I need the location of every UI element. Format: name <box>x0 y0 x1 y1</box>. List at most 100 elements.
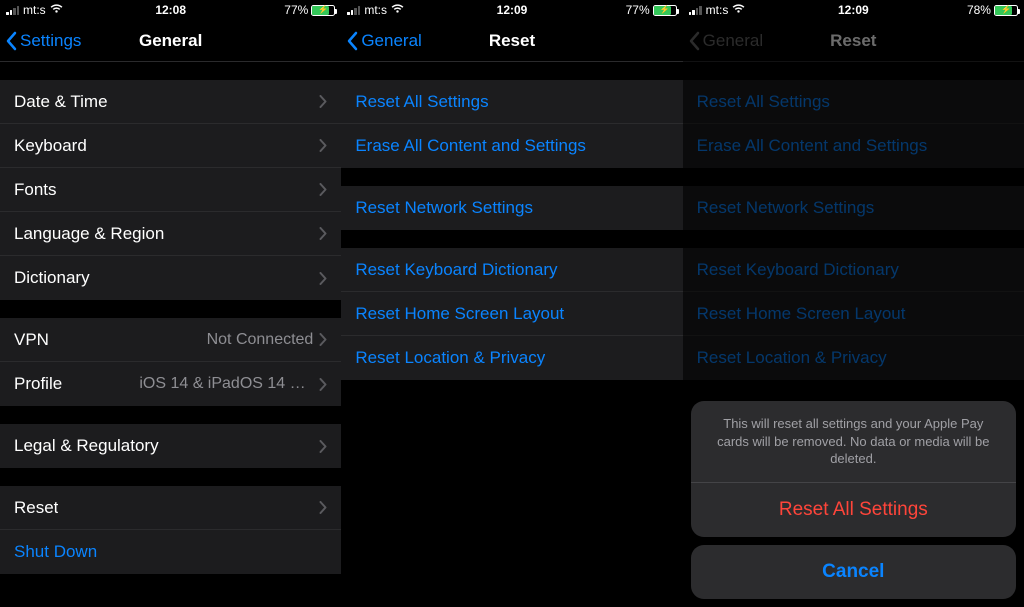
row-label: Reset All Settings <box>697 92 830 112</box>
chevron-right-icon <box>319 440 327 453</box>
row-label: Shut Down <box>14 542 97 562</box>
carrier-label: mt:s <box>23 3 46 17</box>
row-shut-down[interactable]: Shut Down <box>0 530 341 574</box>
row-label: VPN <box>14 330 49 350</box>
battery-percent: 78% <box>967 3 991 17</box>
row-reset[interactable]: Reset <box>0 486 341 530</box>
group-network-profiles: VPN Not Connected Profile iOS 14 & iPadO… <box>0 318 341 406</box>
row-label: Reset Keyboard Dictionary <box>697 260 899 280</box>
charging-bolt-icon: ⚡ <box>318 5 328 14</box>
row-vpn[interactable]: VPN Not Connected <box>0 318 341 362</box>
row-profile[interactable]: Profile iOS 14 & iPadOS 14 Beta Softwar… <box>0 362 341 406</box>
status-bar: mt:s 12:08 77% ⚡ <box>0 0 341 20</box>
row-label: Keyboard <box>14 136 87 156</box>
group-reset-primary: Reset All Settings Erase All Content and… <box>341 80 682 168</box>
cellular-signal-icon <box>689 5 702 15</box>
row-label: Reset Home Screen Layout <box>697 304 906 324</box>
group-reset-shutdown: Reset Shut Down <box>0 486 341 574</box>
page-title: Reset <box>489 31 535 51</box>
status-bar: mt:s 12:09 78% ⚡ <box>683 0 1024 20</box>
row-reset-location-privacy[interactable]: Reset Location & Privacy <box>341 336 682 380</box>
sheet-message: This will reset all settings and your Ap… <box>691 401 1016 483</box>
cellular-signal-icon <box>6 5 19 15</box>
chevron-right-icon <box>319 139 327 152</box>
action-sheet: This will reset all settings and your Ap… <box>691 401 1016 599</box>
nav-bar: General Reset <box>341 20 682 62</box>
carrier-label: mt:s <box>706 3 729 17</box>
screen-general: mt:s 12:08 77% ⚡ Settings General Date &… <box>0 0 341 607</box>
back-button: General <box>689 20 763 61</box>
row-legal-regulatory[interactable]: Legal & Regulatory <box>0 424 341 468</box>
row-label: Dictionary <box>14 268 90 288</box>
back-label: General <box>361 31 421 51</box>
group-legal: Legal & Regulatory <box>0 424 341 468</box>
group-reset-network: Reset Network Settings <box>683 186 1024 230</box>
carrier-label: mt:s <box>364 3 387 17</box>
chevron-left-icon <box>6 31 18 51</box>
page-title: Reset <box>830 31 876 51</box>
sheet-reset-all-button[interactable]: Reset All Settings <box>691 483 1016 537</box>
row-label: Reset Network Settings <box>697 198 875 218</box>
row-language-region[interactable]: Language & Region <box>0 212 341 256</box>
chevron-left-icon <box>347 31 359 51</box>
back-label: Settings <box>20 31 81 51</box>
battery-icon: ⚡ <box>311 5 335 16</box>
battery-percent: 77% <box>626 3 650 17</box>
row-label: Reset Home Screen Layout <box>355 304 564 324</box>
group-reset-other: Reset Keyboard Dictionary Reset Home Scr… <box>341 248 682 380</box>
battery-icon: ⚡ <box>653 5 677 16</box>
row-label: Reset Location & Privacy <box>355 348 545 368</box>
row-fonts[interactable]: Fonts <box>0 168 341 212</box>
row-label: Reset <box>14 498 58 518</box>
chevron-right-icon <box>319 272 327 285</box>
back-button[interactable]: Settings <box>6 20 81 61</box>
row-dictionary[interactable]: Dictionary <box>0 256 341 300</box>
row-erase-all: Erase All Content and Settings <box>683 124 1024 168</box>
chevron-right-icon <box>319 501 327 514</box>
page-title: General <box>139 31 202 51</box>
row-label: Legal & Regulatory <box>14 436 159 456</box>
row-label: Reset All Settings <box>355 92 488 112</box>
row-label: Date & Time <box>14 92 108 112</box>
row-label: Erase All Content and Settings <box>355 136 586 156</box>
row-reset-all-settings[interactable]: Reset All Settings <box>341 80 682 124</box>
sheet-cancel-button[interactable]: Cancel <box>691 545 1016 599</box>
chevron-right-icon <box>319 333 327 346</box>
battery-icon: ⚡ <box>994 5 1018 16</box>
row-label: Profile <box>14 374 62 394</box>
row-reset-home-layout: Reset Home Screen Layout <box>683 292 1024 336</box>
row-label: Reset Location & Privacy <box>697 348 887 368</box>
charging-bolt-icon: ⚡ <box>660 5 670 14</box>
cellular-signal-icon <box>347 5 360 15</box>
nav-bar: Settings General <box>0 20 341 62</box>
group-reset-other: Reset Keyboard Dictionary Reset Home Scr… <box>683 248 1024 380</box>
screen-reset: mt:s 12:09 77% ⚡ General Reset Reset All… <box>341 0 682 607</box>
row-erase-all[interactable]: Erase All Content and Settings <box>341 124 682 168</box>
row-label: Erase All Content and Settings <box>697 136 928 156</box>
wifi-icon <box>50 3 63 17</box>
chevron-right-icon <box>319 227 327 240</box>
group-general-settings: Date & Time Keyboard Fonts Language & Re… <box>0 80 341 300</box>
battery-percent: 77% <box>284 3 308 17</box>
screen-reset-confirm: mt:s 12:09 78% ⚡ General Reset Reset All… <box>683 0 1024 607</box>
row-label: Reset Keyboard Dictionary <box>355 260 557 280</box>
row-keyboard[interactable]: Keyboard <box>0 124 341 168</box>
row-reset-network: Reset Network Settings <box>683 186 1024 230</box>
charging-bolt-icon: ⚡ <box>1001 5 1011 14</box>
row-reset-location-privacy: Reset Location & Privacy <box>683 336 1024 380</box>
row-reset-network[interactable]: Reset Network Settings <box>341 186 682 230</box>
row-reset-all-settings: Reset All Settings <box>683 80 1024 124</box>
back-label: General <box>703 31 763 51</box>
group-reset-primary: Reset All Settings Erase All Content and… <box>683 80 1024 168</box>
row-label: Language & Region <box>14 224 164 244</box>
row-detail: iOS 14 & iPadOS 14 Beta Softwar… <box>139 375 319 393</box>
row-reset-keyboard-dict[interactable]: Reset Keyboard Dictionary <box>341 248 682 292</box>
chevron-left-icon <box>689 31 701 51</box>
sheet-cancel-block: Cancel <box>691 545 1016 599</box>
nav-bar: General Reset <box>683 20 1024 62</box>
chevron-right-icon <box>319 95 327 108</box>
back-button[interactable]: General <box>347 20 421 61</box>
row-reset-home-layout[interactable]: Reset Home Screen Layout <box>341 292 682 336</box>
row-date-time[interactable]: Date & Time <box>0 80 341 124</box>
chevron-right-icon <box>319 378 327 391</box>
